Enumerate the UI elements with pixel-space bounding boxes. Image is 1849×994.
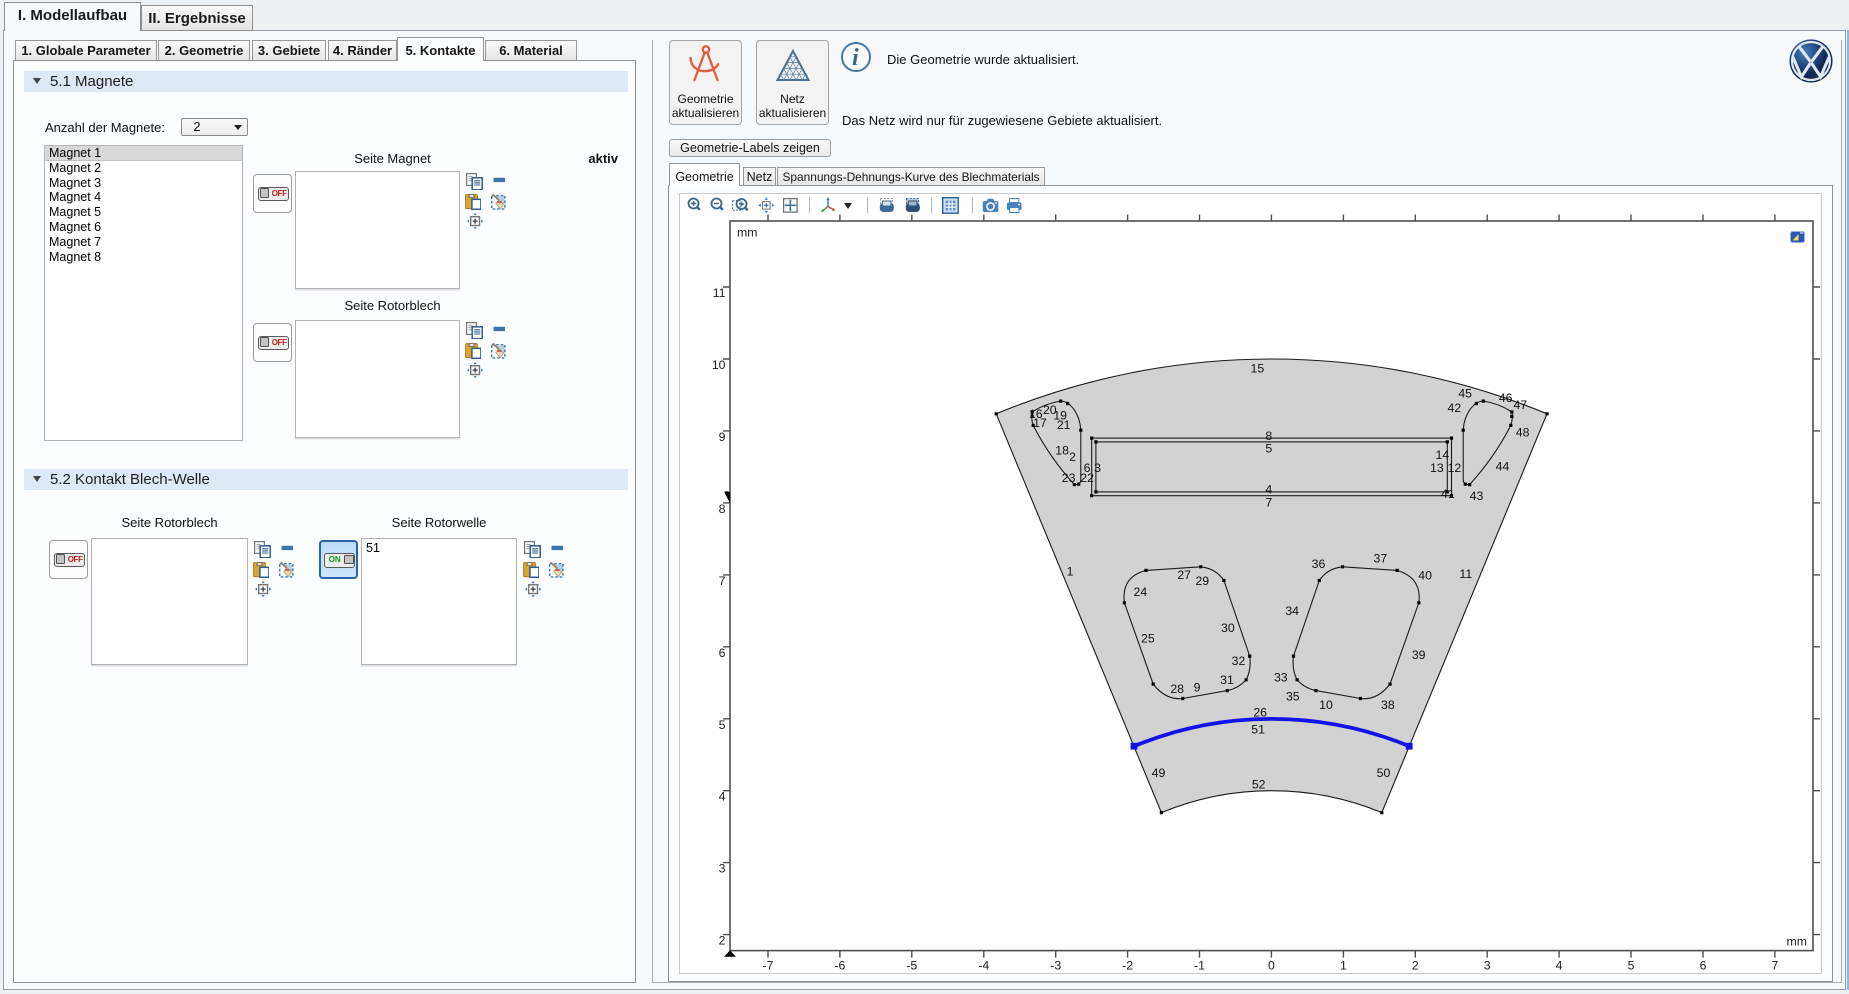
svg-text:48: 48: [1516, 426, 1530, 440]
svg-text:29: 29: [1195, 574, 1209, 588]
svg-text:11: 11: [713, 286, 726, 300]
svg-text:15: 15: [1251, 362, 1265, 376]
svg-text:21: 21: [1057, 418, 1071, 432]
svg-text:4: 4: [1265, 482, 1272, 496]
svg-text:17: 17: [1033, 416, 1047, 430]
svg-text:47: 47: [1513, 398, 1527, 412]
svg-text:3: 3: [1094, 461, 1101, 475]
svg-text:12: 12: [1448, 461, 1462, 475]
svg-text:41: 41: [1441, 487, 1455, 501]
svg-text:26: 26: [1253, 705, 1267, 719]
svg-text:mm: mm: [737, 226, 758, 240]
svg-text:51: 51: [1251, 723, 1265, 737]
svg-text:50: 50: [1377, 766, 1391, 780]
svg-text:7: 7: [719, 574, 726, 588]
svg-text:25: 25: [1141, 631, 1155, 645]
svg-text:-1: -1: [1194, 959, 1205, 973]
svg-text:18: 18: [1055, 443, 1069, 457]
svg-text:39: 39: [1412, 648, 1426, 662]
svg-text:9: 9: [719, 430, 726, 444]
svg-text:34: 34: [1285, 604, 1299, 618]
svg-text:0: 0: [1268, 959, 1275, 973]
svg-text:43: 43: [1470, 489, 1484, 503]
svg-text:1: 1: [1067, 564, 1074, 578]
svg-text:52: 52: [1252, 777, 1266, 791]
svg-text:3: 3: [1484, 959, 1491, 973]
svg-text:2: 2: [1069, 450, 1076, 464]
svg-text:2: 2: [719, 934, 726, 948]
svg-text:4: 4: [1556, 959, 1563, 973]
svg-text:7: 7: [1265, 495, 1272, 509]
svg-text:40: 40: [1418, 569, 1432, 583]
svg-text:mm: mm: [1787, 935, 1808, 949]
svg-text:14: 14: [1436, 448, 1450, 462]
svg-text:5: 5: [1265, 442, 1272, 456]
svg-text:11: 11: [1459, 567, 1472, 581]
svg-text:45: 45: [1458, 387, 1472, 401]
svg-text:-5: -5: [906, 959, 917, 973]
svg-text:46: 46: [1499, 391, 1513, 405]
svg-text:38: 38: [1381, 698, 1395, 712]
svg-text:10: 10: [1319, 698, 1333, 712]
svg-text:28: 28: [1170, 682, 1184, 696]
svg-text:22: 22: [1080, 471, 1094, 485]
svg-text:7: 7: [1771, 959, 1778, 973]
svg-text:13: 13: [1430, 461, 1444, 475]
svg-text:42: 42: [1448, 401, 1462, 415]
svg-text:6: 6: [1700, 959, 1707, 973]
svg-text:33: 33: [1274, 671, 1288, 685]
svg-text:24: 24: [1134, 585, 1148, 599]
svg-text:4: 4: [719, 790, 726, 804]
svg-text:8: 8: [719, 502, 726, 516]
svg-text:1: 1: [1340, 959, 1347, 973]
svg-text:49: 49: [1152, 766, 1166, 780]
svg-text:6: 6: [719, 646, 726, 660]
svg-text:35: 35: [1286, 690, 1300, 704]
svg-text:23: 23: [1062, 471, 1076, 485]
svg-text:31: 31: [1220, 673, 1234, 687]
svg-text:27: 27: [1177, 568, 1191, 582]
svg-text:5: 5: [1628, 959, 1635, 973]
svg-text:-3: -3: [1050, 959, 1061, 973]
svg-text:32: 32: [1232, 654, 1246, 668]
svg-text:5: 5: [719, 718, 726, 732]
svg-text:3: 3: [719, 862, 726, 876]
svg-text:-2: -2: [1122, 959, 1133, 973]
svg-text:8: 8: [1265, 429, 1272, 443]
svg-text:44: 44: [1496, 460, 1510, 474]
svg-text:-4: -4: [978, 959, 989, 973]
svg-text:36: 36: [1312, 557, 1326, 571]
svg-text:30: 30: [1221, 621, 1235, 635]
svg-text:-7: -7: [763, 959, 774, 973]
svg-text:37: 37: [1374, 551, 1388, 565]
svg-text:9: 9: [1194, 681, 1201, 695]
svg-text:-6: -6: [834, 959, 845, 973]
svg-text:2: 2: [1412, 959, 1419, 973]
svg-text:10: 10: [712, 358, 726, 372]
